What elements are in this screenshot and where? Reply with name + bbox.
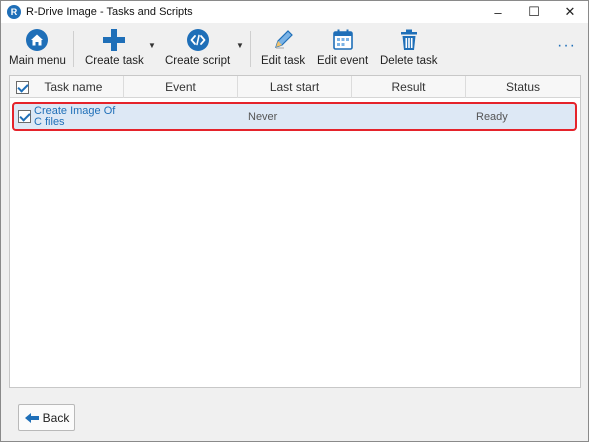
back-label: Back <box>42 410 70 425</box>
toolbar-separator <box>250 31 251 67</box>
toolbar-separator <box>73 31 74 67</box>
task-list-header: Task name Event Last start Result Status <box>10 76 580 98</box>
back-button[interactable]: Back <box>18 404 75 431</box>
select-all-checkbox[interactable] <box>16 81 29 95</box>
pencil-icon <box>275 30 293 49</box>
edit-event-label: Edit event <box>317 55 369 67</box>
task-list: Task name Event Last start Result Status… <box>9 75 581 388</box>
delete-task-button[interactable]: Delete task <box>380 27 438 71</box>
calendar-icon <box>332 29 353 50</box>
column-header-last-start[interactable]: Last start <box>238 76 352 98</box>
column-header-task-name[interactable]: Task name <box>10 76 124 98</box>
task-name-cell: Create Image Of C files <box>34 104 116 128</box>
minimize-button[interactable]: – <box>480 1 516 23</box>
create-task-label: Create task <box>85 55 144 67</box>
trash-icon <box>400 29 417 50</box>
plus-icon <box>103 29 126 51</box>
main-menu-label: Main menu <box>9 55 66 67</box>
create-script-button[interactable]: Create script <box>165 27 230 71</box>
delete-task-label: Delete task <box>380 55 438 67</box>
maximize-button[interactable]: ☐ <box>516 1 552 23</box>
create-script-label: Create script <box>165 55 231 67</box>
edit-task-button[interactable]: Edit task <box>261 27 305 71</box>
column-header-result[interactable]: Result <box>352 76 466 98</box>
status-cell: Ready <box>476 110 508 123</box>
column-label-task-name: Task name <box>44 80 103 94</box>
create-task-dropdown-arrow[interactable]: ▼ <box>148 41 156 50</box>
window-title: R-Drive Image - Tasks and Scripts <box>26 6 193 18</box>
close-button[interactable]: ✕ <box>552 1 588 23</box>
r-drive-logo-icon <box>7 5 21 19</box>
last-start-cell: Never <box>248 110 278 123</box>
main-menu-button[interactable]: Main menu <box>9 27 66 71</box>
create-task-button[interactable]: Create task <box>85 27 144 71</box>
edit-event-button[interactable]: Edit event <box>317 27 368 71</box>
title-bar: R-Drive Image - Tasks and Scripts – ☐ ✕ <box>1 1 588 23</box>
create-script-dropdown-arrow[interactable]: ▼ <box>236 41 244 50</box>
column-header-event[interactable]: Event <box>124 76 238 98</box>
code-icon <box>186 29 209 51</box>
more-options-icon[interactable]: ··· <box>557 37 576 55</box>
row-checkbox[interactable] <box>18 110 31 123</box>
edit-task-label: Edit task <box>261 55 306 67</box>
column-header-status[interactable]: Status <box>466 76 580 98</box>
home-icon <box>26 29 49 51</box>
toolbar: Main menu Create task ▼ Create script ▼ <box>1 23 588 73</box>
app-window: R-Drive Image - Tasks and Scripts – ☐ ✕ … <box>0 0 589 442</box>
table-row[interactable]: Create Image Of C files Never Ready <box>12 102 577 131</box>
arrow-left-icon <box>24 412 39 423</box>
